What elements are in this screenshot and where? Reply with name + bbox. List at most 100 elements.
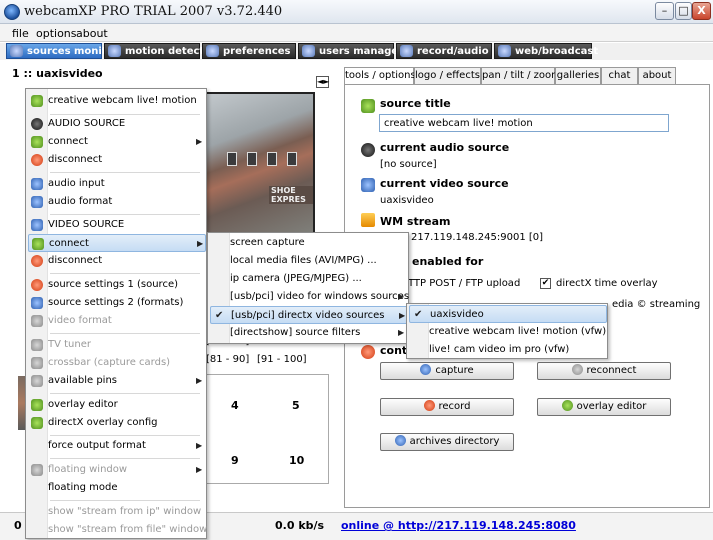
wm-stream-value: 217.119.148.245:9001 [0] — [411, 232, 544, 243]
app-icon — [4, 4, 20, 20]
source-title-input[interactable] — [379, 114, 669, 132]
menu-item-vfw-sources[interactable]: [usb/pci] video for windows sources ▶ — [210, 288, 409, 306]
play-icon — [361, 213, 375, 227]
status-online-link[interactable]: online @ http://217.119.148.245:8080 — [341, 519, 576, 532]
capture-button[interactable]: capture — [380, 362, 514, 380]
menu-item-source-name[interactable]: creative webcam live! motion — [28, 92, 204, 110]
menu-item-audio-input[interactable]: audio input — [28, 175, 204, 193]
tab-preferences[interactable]: preferences — [202, 43, 296, 59]
menu-item-video-disconnect[interactable]: disconnect — [28, 252, 204, 270]
maximize-button[interactable]: □ — [675, 2, 692, 20]
pencil-icon — [561, 400, 573, 411]
tab-logo-effects[interactable]: logo / effects — [414, 67, 481, 84]
microphone-icon — [361, 143, 375, 157]
tab-users-manager[interactable]: users manager — [298, 43, 403, 59]
menu-separator — [50, 500, 200, 501]
grid-cell[interactable]: 9 — [231, 454, 239, 467]
video-source-label: current video source — [380, 177, 509, 190]
window-icon — [31, 464, 43, 476]
tab-about[interactable]: about — [638, 67, 676, 84]
directx-time-overlay-checkbox[interactable]: ✔ — [540, 278, 551, 289]
directx-icon — [31, 417, 43, 429]
menu-file[interactable]: file — [12, 27, 29, 40]
menu-item-directshow-filters[interactable]: [directshow] source filters ▶ — [210, 324, 406, 342]
menu-item-tv-tuner[interactable]: TV tuner — [28, 336, 204, 354]
menu-item-video-format[interactable]: video format — [28, 312, 204, 330]
menu-item-force-output[interactable]: force output format ▶ — [28, 437, 204, 455]
grid-cell[interactable]: 5 — [292, 399, 300, 412]
video-source-value: uaxisvideo — [380, 195, 434, 206]
camera-grid: 4 5 9 10 — [205, 374, 329, 484]
range-label: [91 - 100] — [257, 354, 307, 365]
reconnect-button[interactable]: reconnect — [537, 362, 671, 380]
overlay-editor-button[interactable]: overlay editor — [537, 398, 671, 416]
tab-web-broadcast[interactable]: web/broadcast — [494, 43, 598, 59]
audio-source-label: current audio source — [380, 141, 510, 154]
check-icon: ✔ — [215, 310, 224, 321]
panel-toggle-button[interactable]: ◄► — [316, 76, 329, 88]
menu-item-live-cam-vfw[interactable]: live! cam video im pro (vfw) — [409, 341, 605, 359]
menu-item-crossbar[interactable]: crossbar (capture cards) — [28, 354, 204, 372]
menu-item-floating-window[interactable]: floating window ▶ — [28, 461, 204, 479]
pencil-icon — [31, 399, 43, 411]
menu-item-available-pins[interactable]: available pins ▶ — [28, 372, 204, 390]
submenu-arrow-icon: ▶ — [398, 328, 405, 337]
submenu-arrow-icon: ▶ — [398, 292, 405, 301]
crossbar-icon — [31, 357, 43, 369]
source-context-menu: creative webcam live! motion AUDIO SOURC… — [25, 88, 207, 539]
shop-sign: SHOE EXPRES — [269, 186, 313, 204]
menu-item-audio-format[interactable]: audio format — [28, 193, 204, 211]
menu-item-source-settings-2[interactable]: source settings 2 (formats) — [28, 294, 204, 312]
menu-item-local-media[interactable]: local media files (AVI/MPG) ... — [210, 252, 406, 270]
menu-item-audio-connect[interactable]: connect ▶ — [28, 133, 204, 151]
menu-item-directx-sources[interactable]: ✔ [usb/pci] directx video sources ▶ — [210, 306, 408, 324]
window-shape — [227, 152, 237, 166]
menu-item-show-stream-ip[interactable]: show "stream from ip" window — [28, 503, 204, 521]
menu-item-overlay-editor[interactable]: overlay editor — [28, 396, 204, 414]
tab-chat[interactable]: chat — [601, 67, 638, 84]
tab-motion-detector[interactable]: motion detector — [104, 43, 216, 59]
connect-submenu: screen capture local media files (AVI/MP… — [207, 232, 409, 344]
menu-item-screen-capture[interactable]: screen capture — [210, 234, 406, 252]
grid-cell[interactable]: 4 — [231, 399, 239, 412]
menu-item-directx-overlay[interactable]: directX overlay config — [28, 414, 204, 432]
menu-options[interactable]: options — [36, 27, 77, 40]
audio-source-value: [no source] — [380, 159, 437, 170]
webcam-icon — [31, 219, 43, 231]
menu-separator — [50, 214, 200, 215]
status-rate: 0.0 kb/s — [275, 519, 325, 532]
plug-icon — [571, 364, 583, 375]
record-button[interactable]: record — [380, 398, 514, 416]
webcam-icon — [10, 45, 23, 57]
window-title: webcamXP PRO TRIAL 2007 v3.72.440 — [24, 4, 283, 19]
menu-item-source-settings-1[interactable]: source settings 1 (source) — [28, 276, 204, 294]
submenu-arrow-icon: ▶ — [196, 376, 203, 385]
wm-streaming-label: edia © streaming — [612, 299, 701, 310]
motion-icon — [108, 45, 121, 57]
tab-record-audio[interactable]: record/audio — [396, 43, 492, 59]
submenu-arrow-icon: ▶ — [399, 311, 406, 320]
wand-icon — [361, 99, 375, 113]
menu-item-video-connect[interactable]: connect ▶ — [28, 234, 206, 252]
menu-about[interactable]: about — [76, 27, 108, 40]
minimize-button[interactable]: – — [655, 2, 674, 20]
menu-item-creative-webcam-vfw[interactable]: creative webcam live! motion (vfw) — [409, 323, 606, 341]
menu-item-floating-mode[interactable]: floating mode — [28, 479, 204, 497]
menu-item-audio-disconnect[interactable]: disconnect — [28, 151, 204, 169]
menu-item-ip-camera[interactable]: ip camera (JPEG/MJPEG) ... — [210, 270, 406, 288]
disconnect-icon — [31, 255, 43, 267]
tab-sources-monitor[interactable]: sources monitor — [6, 43, 118, 59]
grid-cell[interactable]: 10 — [289, 454, 304, 467]
record-icon — [423, 400, 435, 411]
menu-section-audio: AUDIO SOURCE — [28, 115, 204, 133]
tab-tools-options[interactable]: tools / options — [344, 67, 416, 85]
close-button[interactable]: X — [692, 2, 711, 20]
directx-time-overlay-label: directX time overlay — [556, 278, 658, 289]
tab-pan-tilt-zoom[interactable]: pan / tilt / zoom — [481, 67, 561, 84]
settings-icon — [31, 279, 43, 291]
menu-item-uaxisvideo[interactable]: ✔ uaxisvideo — [409, 305, 607, 323]
menu-item-show-stream-file[interactable]: show "stream from file" window — [28, 521, 207, 539]
window-shape — [247, 152, 257, 166]
tab-galleries[interactable]: galleries — [555, 67, 601, 84]
archives-directory-button[interactable]: archives directory — [380, 433, 514, 451]
